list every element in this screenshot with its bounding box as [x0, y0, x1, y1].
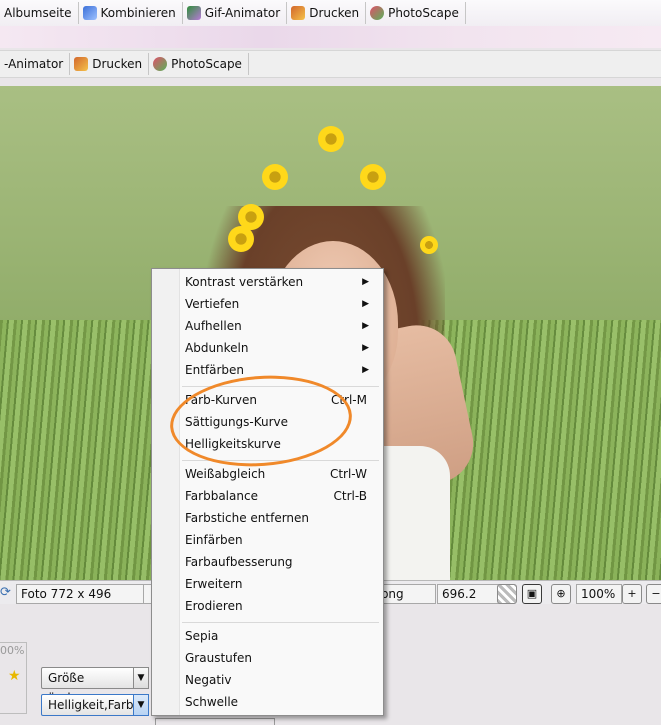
partial-button — [155, 718, 275, 725]
flower-icon — [420, 236, 438, 254]
printer-icon — [291, 6, 306, 20]
photo-size-label: Foto 772 x 496 — [16, 584, 144, 604]
submenu-arrow-icon: ▶ — [362, 343, 369, 353]
menu-item-label: Weißabgleich — [185, 467, 266, 481]
tab-photoscape[interactable]: PhotoScape — [149, 53, 249, 75]
menu-item-shortcut: Ctrl-B — [333, 489, 368, 503]
menu-item-label: Einfärben — [185, 533, 243, 547]
star-icon[interactable]: ★ — [8, 668, 21, 684]
menu-item-schwelle[interactable]: Schwelle — [185, 691, 375, 713]
menu-item-label: Schwelle — [185, 695, 239, 709]
photoscape-icon — [153, 57, 168, 71]
tab-albumseite[interactable]: Albumseite — [0, 2, 79, 24]
zoom-in-icon[interactable]: + — [622, 584, 642, 604]
tab-kombinieren[interactable]: Kombinieren — [79, 2, 183, 24]
menu-item-label: Farbaufbesserung — [185, 555, 293, 569]
menu-item-label: Vertiefen — [185, 297, 240, 311]
menu-item-label: Farbstiche entfernen — [185, 511, 310, 525]
menu-item-label: Aufhellen — [185, 319, 242, 333]
submenu-arrow-icon: ▶ — [362, 277, 369, 287]
menu-item-einfaerben[interactable]: Einfärben — [185, 529, 375, 551]
menu-item-label: Erweitern — [185, 577, 243, 591]
second-tab-bar: -Animator Drucken PhotoScape — [0, 50, 661, 78]
menu-item-graustufen[interactable]: Graustufen — [185, 647, 375, 669]
menu-item-label: Negativ — [185, 673, 232, 687]
tab-photoscape[interactable]: PhotoScape — [366, 2, 466, 24]
menu-item-sepia[interactable]: Sepia — [185, 625, 375, 647]
tab-label: Gif-Animator — [204, 6, 281, 20]
menu-item-label: Erodieren — [185, 599, 243, 613]
flower-icon — [262, 164, 288, 190]
menu-gutter — [152, 269, 180, 715]
menu-item-negativ[interactable]: Negativ — [185, 669, 375, 691]
fit-to-window-icon[interactable]: ▣ — [522, 584, 542, 604]
submenu-arrow-icon: ▶ — [362, 321, 369, 331]
menu-item-label: Farbbalance — [185, 489, 258, 503]
menu-item-abdunkeln[interactable]: Abdunkeln ▶ — [185, 337, 375, 359]
tab-label: PhotoScape — [171, 57, 242, 71]
menu-item-aufhellen[interactable]: Aufhellen ▶ — [185, 315, 375, 337]
submenu-arrow-icon: ▶ — [362, 299, 369, 309]
top-tab-bar: Albumseite Kombinieren Gif-Animator Druc… — [0, 0, 661, 26]
zoom-actual-icon[interactable]: ⊕ — [551, 584, 571, 604]
menu-item-farbstiche-entfernen[interactable]: Farbstiche entfernen — [185, 507, 375, 529]
tab-gif-animator[interactable]: Gif-Animator — [183, 2, 288, 24]
menu-separator — [182, 622, 379, 623]
file-size-label: 696.2 KB — [437, 584, 501, 619]
tab-drucken[interactable]: Drucken — [70, 53, 150, 75]
gif-animator-icon — [186, 6, 201, 20]
tab-label: PhotoScape — [388, 6, 459, 20]
brightness-dropdown-button[interactable]: ▼ — [133, 694, 149, 716]
tab-drucken[interactable]: Drucken — [287, 2, 367, 24]
zoom-level: 100% — [576, 584, 622, 604]
transparency-icon[interactable] — [497, 584, 517, 604]
brightness-color-button[interactable]: Helligkeit,Farbe — [41, 694, 141, 716]
menu-item-label: Sepia — [185, 629, 219, 643]
menu-item-farbbalance[interactable]: Farbbalance Ctrl-B — [185, 485, 375, 507]
submenu-arrow-icon: ▶ — [362, 365, 369, 375]
menu-item-label: Entfärben — [185, 363, 245, 377]
photoscape-icon — [370, 6, 385, 20]
tab-label: -Animator — [4, 57, 64, 71]
menu-item-vertiefen[interactable]: Vertiefen ▶ — [185, 293, 375, 315]
tab-label: Albumseite — [4, 6, 72, 20]
menu-item-erweitern[interactable]: Erweitern — [185, 573, 375, 595]
menu-item-farbaufbesserung[interactable]: Farbaufbesserung — [185, 551, 375, 573]
menu-item-shortcut: Ctrl-W — [329, 467, 367, 481]
resize-button[interactable]: Größe ändern — [41, 667, 135, 705]
tab-label: Drucken — [309, 6, 360, 20]
tab-gif-animator[interactable]: -Animator — [0, 53, 71, 75]
decorative-banner — [0, 26, 661, 48]
menu-item-label: Graustufen — [185, 651, 252, 665]
flower-icon — [360, 164, 386, 190]
menu-item-kontrast[interactable]: Kontrast verstärken ▶ — [185, 271, 375, 293]
menu-item-weissabgleich[interactable]: Weißabgleich Ctrl-W — [185, 463, 375, 485]
tab-label: Kombinieren — [100, 6, 176, 20]
menu-item-label: Kontrast verstärken — [185, 275, 304, 289]
percent-label: 00% — [0, 644, 25, 657]
printer-icon — [74, 57, 89, 71]
menu-item-erodieren[interactable]: Erodieren — [185, 595, 375, 617]
rotate-icon[interactable]: ⟳ — [0, 584, 12, 602]
color-adjust-context-menu: Kontrast verstärken ▶ Vertiefen ▶ Aufhelle… — [151, 268, 384, 716]
combine-icon — [82, 6, 97, 20]
resize-dropdown-button[interactable]: ▼ — [133, 667, 149, 689]
flower-icon — [318, 126, 344, 152]
flower-icon — [228, 226, 254, 252]
zoom-out-icon[interactable]: − — [646, 584, 661, 604]
menu-item-label: Abdunkeln — [185, 341, 249, 355]
tab-label: Drucken — [92, 57, 143, 71]
